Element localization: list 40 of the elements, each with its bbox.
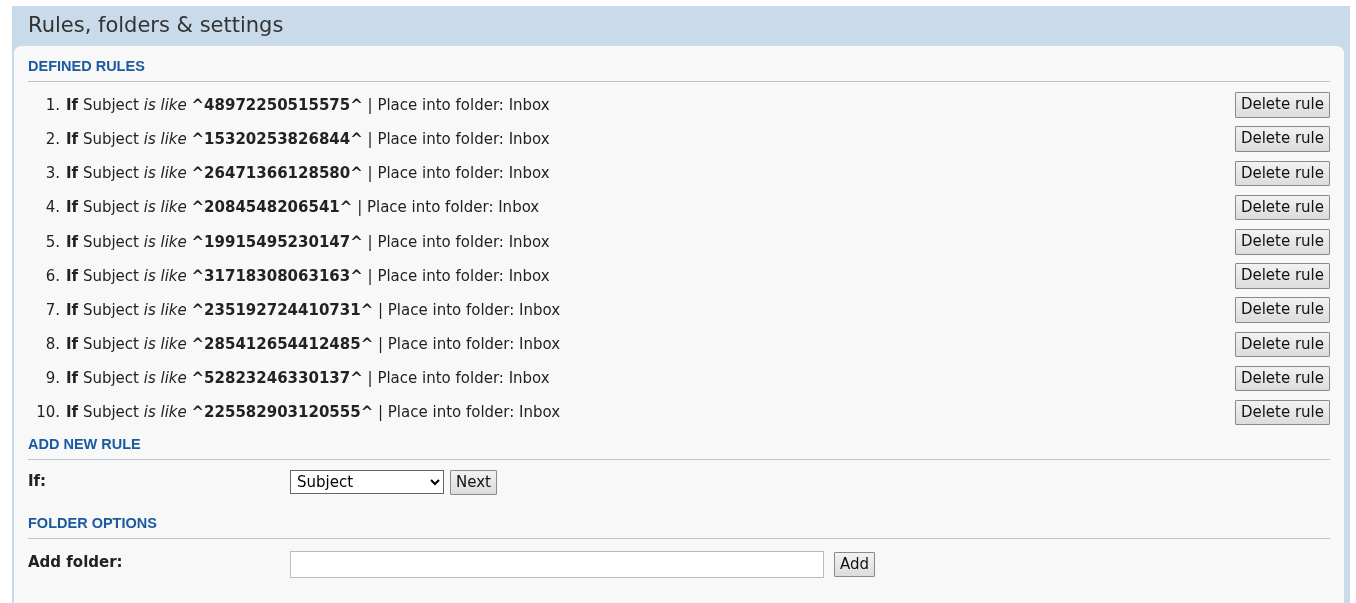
rule-text: If Subject is like ^26471366128580^ | Place into folder: Inbox [66, 163, 551, 185]
delete-rule-button[interactable]: Delete rule [1234, 263, 1330, 289]
rule-number: 3. [44, 163, 60, 185]
rule-number: 7. [44, 299, 60, 321]
rule-text: If Subject is like ^225582903120555^ | Place into folder: Inbox [66, 402, 562, 424]
section-heading: DEFINED RULES [28, 52, 1330, 82]
rule-number: 6. [44, 265, 60, 287]
rule-text: If Subject is like ^19915495230147^ | Place into folder: Inbox [66, 231, 551, 253]
rule-number: 2. [44, 128, 60, 150]
field-label: Add folder: [28, 551, 124, 573]
section-heading: ADD NEW RULE [28, 429, 1330, 460]
rule-text: If Subject is like ^285412654412485^ | Place into folder: Inbox [66, 334, 562, 356]
field-select[interactable]: Subject [290, 470, 444, 495]
delete-rule-button[interactable]: Delete rule [1234, 297, 1330, 323]
delete-rule-button[interactable]: Delete rule [1234, 194, 1330, 221]
delete-rule-button[interactable]: Delete rule [1234, 92, 1330, 118]
delete-rule-button[interactable]: Delete rule [1234, 331, 1330, 358]
rule-text: If Subject is like ^52823246330137^ | Place into folder: Inbox [66, 368, 551, 390]
rule-number: 1. [44, 94, 60, 116]
add-button[interactable]: Add [834, 551, 876, 578]
rule-text: If Subject is like ^15320253826844^ | Place into folder: Inbox [66, 128, 551, 150]
rule-number: 4. [44, 197, 60, 219]
rule-number: 5. [44, 231, 60, 253]
rule-text: If Subject is like ^31718308063163^ | Place into folder: Inbox [66, 265, 551, 287]
field-label: If: [28, 470, 48, 492]
rule-number: 10. [35, 402, 60, 424]
delete-rule-button[interactable]: Delete rule [1234, 399, 1330, 426]
delete-rule-button[interactable]: Delete rule [1234, 126, 1330, 152]
page-title: Rules, folders & settings [27, 12, 285, 39]
rule-number: 8. [44, 334, 60, 356]
delete-rule-button[interactable]: Delete rule [1234, 160, 1330, 187]
rule-text: If Subject is like ^48972250515575^ | Place into folder: Inbox [66, 94, 551, 116]
rule-number: 9. [44, 368, 60, 390]
folder-name-field[interactable] [290, 550, 824, 578]
rule-text: If Subject is like ^2084548206541^ | Place into folder: Inbox [66, 197, 541, 219]
next-button[interactable]: Next [450, 469, 497, 496]
rule-text: If Subject is like ^235192724410731^ | Place into folder: Inbox [66, 299, 562, 321]
section-heading: FOLDER OPTIONS [28, 509, 1330, 539]
delete-rule-button[interactable]: Delete rule [1234, 229, 1330, 255]
delete-rule-button[interactable]: Delete rule [1234, 365, 1330, 392]
